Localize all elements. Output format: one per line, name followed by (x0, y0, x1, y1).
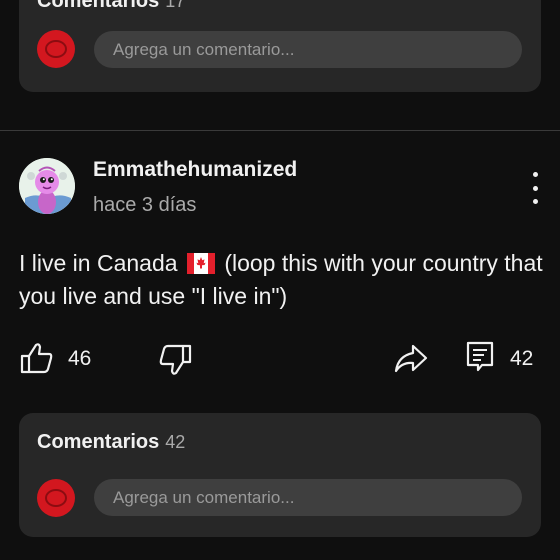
comment-count: 42 (510, 347, 534, 370)
author-avatar[interactable] (19, 158, 75, 214)
avatar (37, 479, 75, 517)
like-count: 46 (68, 347, 92, 370)
comments-count: 17 (165, 0, 186, 11)
comment-input[interactable]: Agrega un comentario... (94, 31, 522, 68)
share-icon[interactable] (393, 342, 429, 374)
comments-title: Comentarios 17 (37, 0, 185, 13)
post-text: I live in Canada (loop this with your co… (19, 247, 544, 313)
divider (0, 130, 560, 131)
avatar (37, 30, 75, 68)
comments-count: 42 (165, 432, 186, 452)
comment-input[interactable]: Agrega un comentario... (94, 479, 522, 516)
comments-title-label: Comentarios (37, 0, 160, 12)
comment-icon[interactable] (465, 340, 495, 374)
dislike-icon[interactable] (158, 344, 192, 376)
comments-card-top: Comentarios 17 Agrega un comentario... (19, 0, 541, 92)
comments-title-label: Comentarios (37, 431, 160, 453)
comments-card: Comentarios 42 Agrega un comentario... (19, 413, 541, 537)
author-avatar-image (19, 158, 75, 214)
comments-title: Comentarios 42 (37, 431, 185, 454)
more-options-icon[interactable] (522, 172, 548, 204)
post-text-part-1: I live in Canada (19, 250, 184, 276)
author-name[interactable]: Emmathehumanized (93, 158, 297, 182)
like-icon[interactable] (20, 342, 54, 374)
canada-flag-icon (186, 253, 215, 274)
post-timestamp: hace 3 días (93, 194, 197, 216)
